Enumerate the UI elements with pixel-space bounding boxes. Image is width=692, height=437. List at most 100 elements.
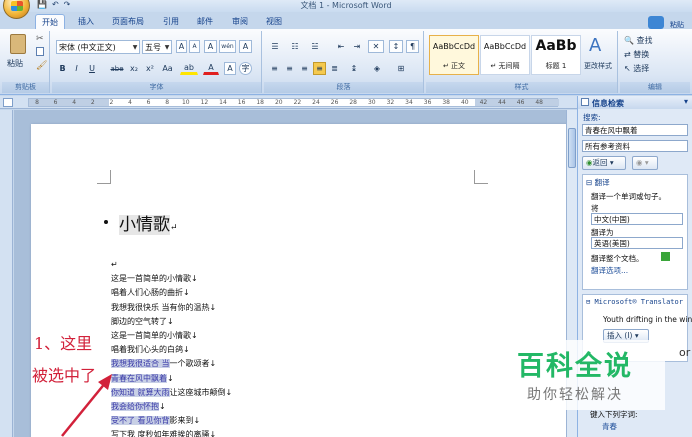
document-line[interactable]: 唱着人们心肠的曲折↓ bbox=[111, 286, 190, 299]
back-button[interactable]: ◉返回 ▾ bbox=[582, 156, 626, 170]
document-line[interactable]: 脚边的空气转了↓ bbox=[111, 315, 174, 328]
undo-icon[interactable]: ↶ bbox=[52, 0, 59, 10]
document-line[interactable]: 这是一首简单的小情歌↓ bbox=[111, 329, 198, 342]
to-language-select[interactable]: 英语(美国) bbox=[591, 237, 683, 249]
select-button[interactable]: ↖ 选择 bbox=[624, 63, 649, 74]
align-right-icon[interactable]: ≡ bbox=[298, 62, 311, 75]
forward-button[interactable]: ◉ ▾ bbox=[632, 156, 658, 170]
style-preview: AaBbCcDd bbox=[483, 42, 527, 51]
chevron-down-icon[interactable]: ▼ bbox=[163, 44, 171, 51]
strikethrough-button[interactable]: abe bbox=[109, 62, 125, 75]
underline-button[interactable]: U bbox=[85, 62, 99, 75]
justify-icon[interactable]: ≡ bbox=[313, 62, 326, 75]
go-arrow-icon[interactable] bbox=[661, 252, 670, 261]
distributed-icon[interactable]: ≣ bbox=[328, 62, 341, 75]
title-bar: 文档 1 - Microsoft Word 💾 ↶ ↷ bbox=[0, 0, 692, 12]
font-name-combo[interactable]: 宋体 (中文正文) ▼ bbox=[56, 40, 140, 54]
tab-insert[interactable]: 插入 bbox=[72, 14, 100, 29]
line-text: 这是一首简单的小情歌↓ bbox=[111, 274, 198, 284]
bullets-icon[interactable]: ☰ bbox=[268, 40, 282, 53]
ruler-tick-label: 32 bbox=[386, 99, 395, 106]
pane-menu-icon[interactable]: ▾ bbox=[684, 97, 688, 106]
editing-group: 🔍 查找 ⇄ 替换 ↖ 选择 编辑 bbox=[620, 31, 690, 93]
grow-font-button[interactable]: A bbox=[176, 40, 187, 53]
horizontal-ruler[interactable]: 8 6 4 2 2 4 6 8 10 12 14 16 18 20 22 24 26 28 30 32 34 36 38 40… bbox=[0, 96, 577, 109]
source-select[interactable]: 所有参考资料 bbox=[582, 140, 688, 152]
tab-references[interactable]: 引用 bbox=[157, 14, 185, 29]
align-center-icon[interactable]: ≡ bbox=[283, 62, 296, 75]
document-title[interactable]: 小情歌↵ bbox=[119, 210, 178, 235]
translator-header[interactable]: ⊟ Microsoft® Translator bbox=[586, 298, 683, 306]
line-text: 脚边的空气转了↓ bbox=[111, 316, 174, 326]
bottom-word-link[interactable]: 青春 bbox=[602, 421, 617, 432]
translate-header[interactable]: ⊟ 翻译 bbox=[586, 177, 610, 188]
tab-page-layout[interactable]: 页面布局 bbox=[106, 14, 150, 29]
char-shading-button[interactable]: A bbox=[224, 62, 236, 75]
phonetic-guide-button[interactable]: wén bbox=[219, 40, 236, 53]
tab-review[interactable]: 审阅 bbox=[226, 14, 254, 29]
tab-home[interactable]: 开始 bbox=[35, 14, 65, 29]
document-line[interactable]: 你知道 就算大雨让这座城市颠倒↓ bbox=[111, 386, 232, 399]
change-case-button[interactable]: Aa bbox=[159, 62, 176, 75]
chinese-layout-icon[interactable]: ✕ bbox=[368, 40, 384, 53]
char-border-button[interactable]: A bbox=[239, 40, 252, 53]
style-normal[interactable]: AaBbCcDd ↵ 正文 bbox=[429, 35, 479, 75]
redo-icon[interactable]: ↷ bbox=[64, 0, 71, 10]
translate-options-link[interactable]: 翻译选项... bbox=[591, 265, 628, 276]
cut-icon[interactable]: ✂ bbox=[36, 34, 44, 44]
style-no-spacing[interactable]: AaBbCcDd ↵ 无间隔 bbox=[480, 35, 530, 75]
superscript-button[interactable]: x² bbox=[143, 62, 157, 75]
save-icon[interactable]: 💾 bbox=[37, 0, 47, 10]
subscript-button[interactable]: x₂ bbox=[127, 62, 141, 75]
styles-group-label: 样式 bbox=[426, 82, 617, 93]
decrease-indent-icon[interactable]: ⇤ bbox=[334, 40, 348, 53]
tab-view[interactable]: 视图 bbox=[260, 14, 288, 29]
font-name-value: 宋体 (中文正文) bbox=[59, 42, 116, 52]
format-painter-icon[interactable]: 🖌 bbox=[36, 61, 47, 71]
enclose-char-icon[interactable]: 字 bbox=[239, 62, 252, 75]
copy-icon[interactable] bbox=[36, 47, 44, 56]
sort-icon[interactable]: ↕ bbox=[389, 40, 403, 53]
document-area[interactable]: 小情歌↵ ↵ 这是一首简单的小情歌↓ 唱着人们心肠的曲折↓ 我想我很快乐 当有你的温热… bbox=[14, 110, 576, 437]
change-styles-icon[interactable]: A bbox=[589, 35, 601, 56]
to-language-value: 英语(美国) bbox=[594, 239, 630, 248]
paste-icon[interactable] bbox=[10, 34, 26, 54]
find-button[interactable]: 🔍 查找 bbox=[624, 35, 653, 46]
scrollbar-thumb[interactable] bbox=[568, 128, 576, 168]
document-line[interactable]: 这是一首简单的小情歌↓ bbox=[111, 272, 198, 285]
font-color-button[interactable]: A bbox=[203, 62, 219, 75]
bold-button[interactable]: B bbox=[57, 62, 68, 75]
borders-icon[interactable]: ⊞ bbox=[390, 62, 412, 75]
search-input[interactable]: 青春在风中飘着 bbox=[582, 124, 688, 136]
line-spacing-icon[interactable]: ↨ bbox=[346, 62, 362, 75]
font-group-label: 字体 bbox=[52, 82, 261, 93]
change-styles-button[interactable]: 更改样式 bbox=[584, 61, 612, 71]
font-size-combo[interactable]: 五号 ▼ bbox=[142, 40, 172, 54]
document-line[interactable]: ↵ bbox=[111, 258, 118, 271]
show-marks-icon[interactable]: ¶ bbox=[406, 40, 419, 53]
tab-mailings[interactable]: 邮件 bbox=[191, 14, 219, 29]
shading-icon[interactable]: ◈ bbox=[368, 62, 386, 75]
numbering-icon[interactable]: ☷ bbox=[288, 40, 302, 53]
replace-button[interactable]: ⇄ 替换 bbox=[624, 49, 649, 60]
document-line[interactable]: 受不了 看见你背影来到↓ bbox=[111, 414, 200, 427]
italic-button[interactable]: I bbox=[71, 62, 82, 75]
style-heading-1[interactable]: AaBb 标题 1 bbox=[531, 35, 581, 75]
align-left-icon[interactable]: ≡ bbox=[268, 62, 281, 75]
document-line[interactable]: 我想我很适合 当一个歌颂者↓ bbox=[111, 357, 216, 370]
document-line[interactable]: 写下我 度秒如年难挨的离骚↓ bbox=[111, 428, 216, 437]
highlight-button[interactable]: ab bbox=[180, 62, 198, 75]
shrink-font-button[interactable]: A bbox=[189, 40, 200, 53]
increase-indent-icon[interactable]: ⇥ bbox=[350, 40, 364, 53]
tab-selector-icon[interactable] bbox=[3, 98, 13, 107]
chevron-down-icon[interactable]: ▼ bbox=[131, 44, 139, 51]
pane-extra-text: or bbox=[679, 346, 691, 359]
line-text: 唱着人们心肠的曲折↓ bbox=[111, 288, 190, 298]
document-line[interactable]: 我想我很快乐 当有你的温热↓ bbox=[111, 301, 216, 314]
clear-format-button[interactable]: A bbox=[204, 40, 217, 53]
document-line[interactable]: 唱着我们心头的白鸽↓ bbox=[111, 343, 190, 356]
multilevel-list-icon[interactable]: ☱ bbox=[308, 40, 322, 53]
help-icon[interactable] bbox=[648, 16, 664, 29]
from-language-select[interactable]: 中文(中国) bbox=[591, 213, 683, 225]
paste-button[interactable]: 粘贴 bbox=[7, 58, 23, 69]
